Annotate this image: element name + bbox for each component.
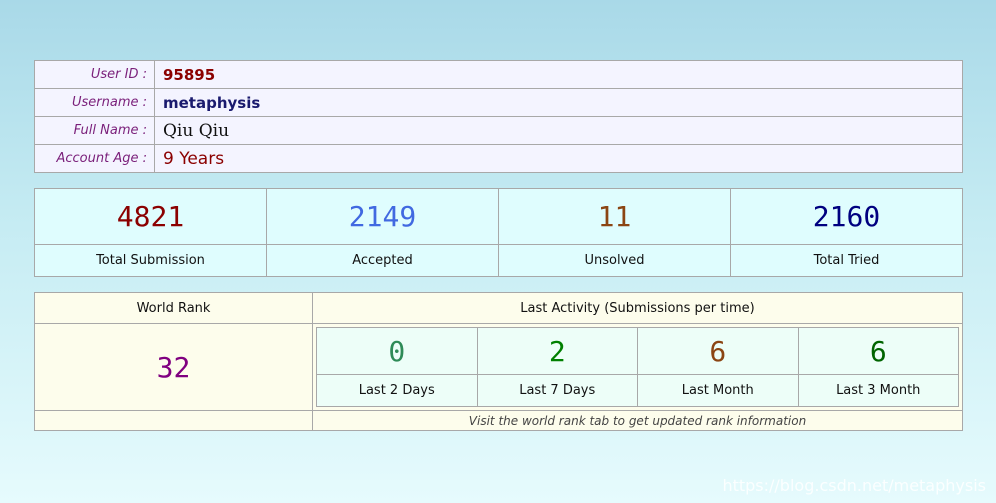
- user-id-label: User ID :: [34, 60, 155, 89]
- account-age-row: Account Age : 9 Years: [34, 144, 963, 173]
- accepted-value: 2149: [266, 188, 499, 245]
- watermark-text: https://blog.csdn.net/metaphysis: [722, 476, 986, 495]
- last-3-month-caption: Last 3 Month: [797, 374, 959, 407]
- username-label: Username :: [34, 88, 155, 117]
- last-7-days-caption: Last 7 Days: [476, 374, 638, 407]
- user-id-row: User ID : 95895: [34, 60, 963, 89]
- accepted-caption: Accepted: [266, 244, 499, 277]
- activity-table: 0 2 6 6 Last 2 Days Last 7 Days Last Mon…: [316, 327, 959, 407]
- total-submission-value: 4821: [34, 188, 267, 245]
- account-age-value: 9 Years: [163, 148, 225, 169]
- full-name-row: Full Name : Qiu Qiu: [34, 116, 963, 145]
- empty-cell: [34, 410, 313, 431]
- full-name-value: Qiu Qiu: [163, 120, 230, 141]
- total-tried-value: 2160: [730, 188, 963, 245]
- rank-activity-table: World Rank Last Activity (Submissions pe…: [34, 292, 963, 431]
- username-row: Username : metaphysis: [34, 88, 963, 117]
- unsolved-value: 11: [498, 188, 731, 245]
- last-2-days-caption: Last 2 Days: [316, 374, 478, 407]
- username-value: metaphysis: [163, 94, 261, 112]
- user-info-table: User ID : 95895 Username : metaphysis Fu…: [34, 60, 963, 173]
- last-month-caption: Last Month: [637, 374, 799, 407]
- world-rank-header: World Rank: [34, 292, 313, 324]
- last-7-days-value: 2: [476, 327, 638, 375]
- submission-stats-table: 4821 2149 11 2160 Total Submission Accep…: [34, 188, 963, 277]
- total-submission-caption: Total Submission: [34, 244, 267, 277]
- unsolved-caption: Unsolved: [498, 244, 731, 277]
- full-name-label: Full Name :: [34, 116, 155, 145]
- last-activity-header: Last Activity (Submissions per time): [312, 292, 963, 324]
- world-rank-note: Visit the world rank tab to get updated …: [312, 410, 963, 431]
- last-month-value: 6: [637, 327, 799, 375]
- user-id-value: 95895: [163, 66, 216, 84]
- account-age-label: Account Age :: [34, 144, 155, 173]
- total-tried-caption: Total Tried: [730, 244, 963, 277]
- last-2-days-value: 0: [316, 327, 478, 375]
- last-3-month-value: 6: [797, 327, 959, 375]
- world-rank-value: 32: [34, 323, 313, 411]
